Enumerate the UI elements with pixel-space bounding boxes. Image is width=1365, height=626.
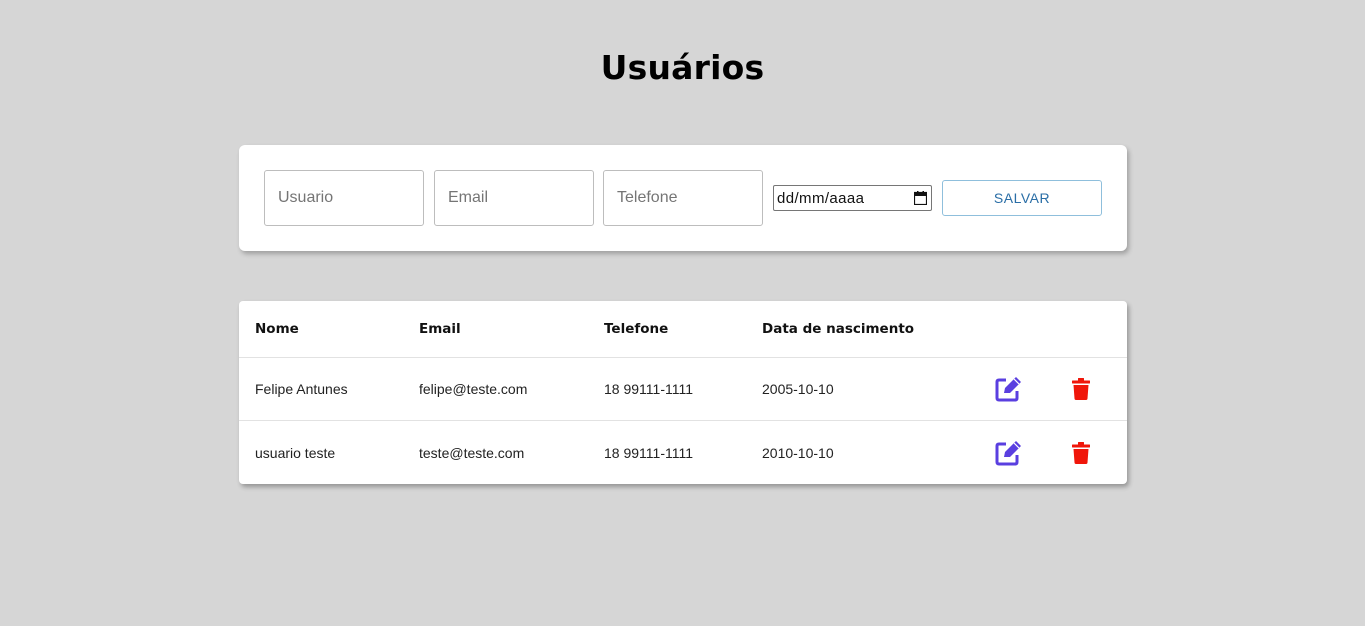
usuario-input[interactable] xyxy=(264,170,424,226)
edit-icon xyxy=(995,440,1021,465)
birthdate-input[interactable]: dd/mm/aaaa xyxy=(773,185,932,211)
header-email: Email xyxy=(419,321,461,337)
cell-telefone: 18 99111-1111 xyxy=(604,381,694,397)
date-placeholder: dd/mm/aaaa xyxy=(777,189,865,207)
cell-email: teste@teste.com xyxy=(419,444,525,461)
users-table: Nome Email Telefone Data de nascimento F… xyxy=(239,301,1127,484)
email-input[interactable] xyxy=(434,170,594,226)
cell-email: felipe@teste.com xyxy=(419,381,528,397)
edit-button[interactable] xyxy=(995,358,1023,420)
delete-button[interactable] xyxy=(1072,421,1090,484)
cell-nome: Felipe Antunes xyxy=(255,381,348,397)
telefone-input[interactable] xyxy=(603,170,763,226)
cell-telefone: 18 99111-1111 xyxy=(604,444,694,461)
cell-nome: usuario teste xyxy=(255,444,336,461)
trash-icon xyxy=(1072,441,1090,464)
cell-data-nascimento: 2010-10-10 xyxy=(762,444,834,461)
page-title: Usuários xyxy=(600,48,765,87)
header-telefone: Telefone xyxy=(604,321,669,337)
table-header: Nome Email Telefone Data de nascimento xyxy=(239,301,1127,358)
save-button[interactable]: SALVAR xyxy=(942,180,1102,216)
trash-icon xyxy=(1072,378,1090,400)
user-form-card: dd/mm/aaaa SALVAR xyxy=(239,145,1127,251)
table-row: usuario teste teste@teste.com 18 99111-1… xyxy=(239,421,1127,484)
calendar-icon[interactable] xyxy=(914,191,927,205)
header-data-nascimento: Data de nascimento xyxy=(762,321,915,337)
header-nome: Nome xyxy=(255,321,299,337)
table-row: Felipe Antunes felipe@teste.com 18 99111… xyxy=(239,358,1127,421)
edit-button[interactable] xyxy=(995,421,1023,484)
edit-icon xyxy=(995,377,1021,402)
delete-button[interactable] xyxy=(1072,358,1090,420)
cell-data-nascimento: 2005-10-10 xyxy=(762,381,834,397)
